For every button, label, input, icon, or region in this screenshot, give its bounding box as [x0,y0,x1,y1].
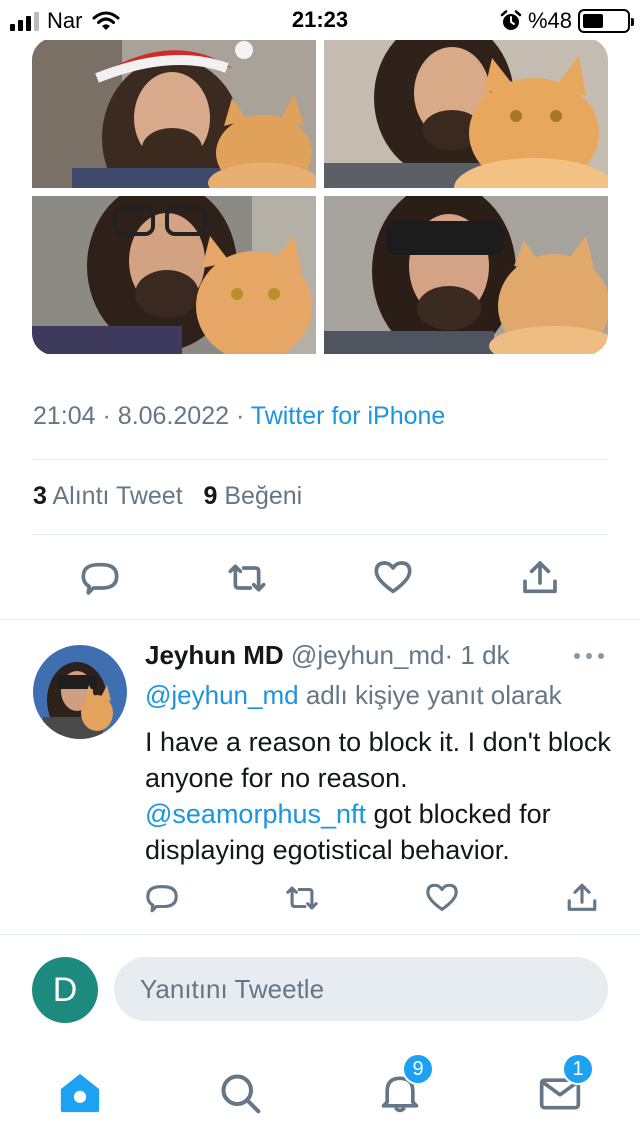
meta-separator: · [235,402,245,430]
tab-home[interactable] [50,1063,110,1123]
reply-avatar[interactable] [33,645,127,739]
replying-to: @jeyhun_md adlı kişiye yanıt olarak [145,680,562,711]
reply-author-handle[interactable]: @jeyhun_md [291,640,445,670]
retweet-icon [286,886,318,910]
replying-to-mention[interactable]: @jeyhun_md [145,680,299,710]
notifications-badge: 9 [402,1053,434,1085]
reply-author-name[interactable]: Jeyhun MD [145,640,284,670]
heart-icon [374,561,412,594]
bottom-tab-bar: 9 1 [0,1045,640,1136]
share-icon [567,883,597,911]
reply-button[interactable] [132,876,192,920]
status-bar-right: %48 [500,8,634,34]
reply-compose-input[interactable]: Yanıtını Tweetle [114,957,608,1021]
reply-text-part-1: I have a reason to block it. I don't blo… [145,727,611,793]
reply-icon [146,885,178,913]
share-button[interactable] [552,876,612,920]
man-santa-hat-cat-photo[interactable] [32,38,316,188]
quote-label: Alıntı Tweet [52,482,183,510]
more-options-icon[interactable] [572,650,606,662]
photo-grid[interactable] [32,38,608,355]
reply-text: I have a reason to block it. I don't blo… [145,724,615,868]
reply-header: Jeyhun MD @jeyhun_md· 1 dk [145,640,510,671]
battery-icon [578,9,634,33]
reply-mention-link[interactable]: @seamorphus_nft [145,799,366,829]
divider [0,934,640,935]
user-avatar[interactable]: D [32,957,98,1023]
tweet-date: 8.06.2022 [117,402,230,430]
like-label: Beğeni [224,482,303,510]
man-glasses-cat-photo[interactable] [32,196,316,354]
tab-search[interactable] [210,1063,270,1123]
heart-icon [426,883,458,911]
quote-count: 3 [33,482,47,510]
share-icon [523,561,557,594]
tab-messages[interactable]: 1 [530,1053,594,1123]
status-bar: Nar 21:23 %48 [0,0,640,40]
user-avatar-letter: D [52,970,78,1009]
tweet-source-link[interactable]: Twitter for iPhone [251,402,446,430]
tweet-stats: 3 Alıntı Tweet 9 Beğeni [33,482,302,511]
reply-compose-placeholder: Yanıtını Tweetle [140,973,325,1004]
meta-separator: · [102,402,111,430]
tweet-actions [60,553,580,603]
like-button[interactable] [353,553,433,603]
quote-tweets-stat[interactable]: 3 Alıntı Tweet [33,482,183,510]
reply-icon [81,562,119,595]
search-icon [221,1074,261,1114]
divider [33,534,608,535]
man-sunglasses-cat-photo[interactable] [324,196,608,354]
tweet-time: 21:04 [33,402,96,430]
reply-button[interactable] [60,553,140,603]
replying-to-suffix: adlı kişiye yanıt olarak [298,680,562,710]
reply-actions [132,876,612,920]
reply-time: · 1 dk [444,640,510,670]
tab-notifications[interactable]: 9 [370,1053,434,1123]
like-button[interactable] [412,876,472,920]
messages-badge: 1 [562,1053,594,1085]
battery-fill [583,14,604,28]
like-count: 9 [203,482,218,510]
battery-percent: %48 [527,8,572,33]
tweet-timestamp: 21:04 · 8.06.2022 · Twitter for iPhone [33,402,445,431]
retweet-button[interactable] [272,876,332,920]
man-cat-closeup-photo[interactable] [324,38,608,188]
alarm-icon [500,10,522,30]
share-button[interactable] [500,553,580,603]
home-icon [60,1073,100,1113]
likes-stat[interactable]: 9 Beğeni [204,482,303,510]
battery-cap [631,18,634,26]
retweet-icon [228,564,266,592]
retweet-button[interactable] [207,553,287,603]
divider [0,619,640,620]
divider [33,459,608,460]
